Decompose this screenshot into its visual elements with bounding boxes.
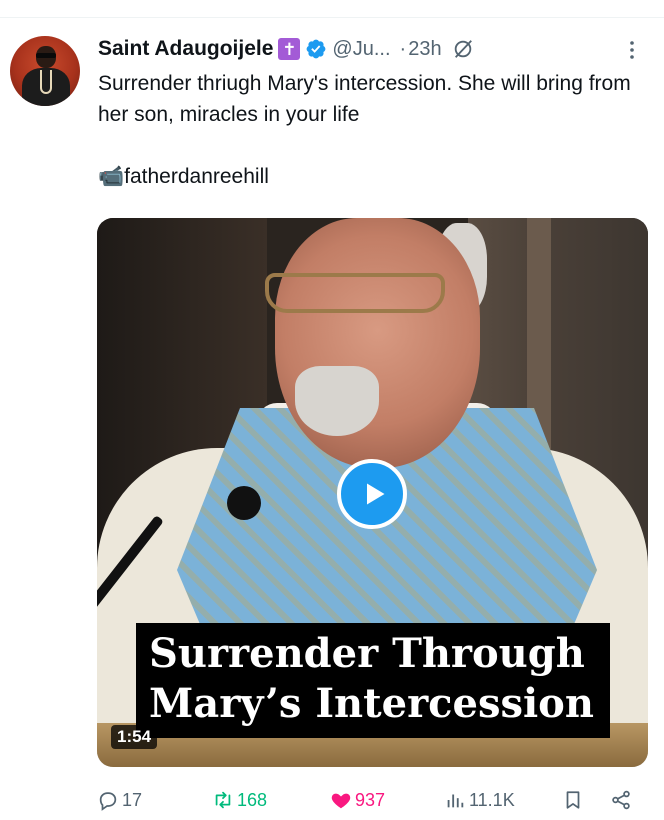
repost-button[interactable]: 168 xyxy=(212,783,267,817)
cross-badge-icon: ✝ xyxy=(278,38,301,60)
repost-icon xyxy=(215,791,231,809)
author-display-name[interactable]: Saint Adaugoijele xyxy=(98,37,273,61)
play-icon xyxy=(367,483,385,505)
grok-icon[interactable] xyxy=(452,38,474,60)
avatar[interactable] xyxy=(10,36,80,106)
top-divider xyxy=(0,17,664,18)
action-bar: 17 168 937 11.1K xyxy=(97,783,645,817)
like-button[interactable]: 937 xyxy=(330,783,385,817)
avatar-chain xyxy=(40,70,52,94)
video-beard xyxy=(295,366,379,436)
repost-count: 168 xyxy=(237,789,268,810)
author-handle[interactable]: @Ju... xyxy=(332,38,390,61)
video-duration: 1:54 xyxy=(111,725,158,749)
reply-count: 17 xyxy=(122,789,143,810)
video-glasses xyxy=(265,273,445,313)
play-button[interactable] xyxy=(337,459,407,529)
reply-button[interactable]: 17 xyxy=(97,783,142,817)
more-icon[interactable] xyxy=(620,38,644,62)
post-time[interactable]: 23h xyxy=(408,38,441,61)
avatar-glasses xyxy=(36,53,56,58)
video-mic-head xyxy=(227,486,261,520)
bookmark-icon xyxy=(566,791,580,809)
video-player[interactable]: Surrender Through Mary’s Intercession 1:… xyxy=(97,218,648,767)
views-button[interactable]: 11.1K xyxy=(444,783,515,817)
like-count: 937 xyxy=(355,789,386,810)
video-face xyxy=(275,218,480,468)
share-button[interactable] xyxy=(610,783,632,817)
bookmark-button[interactable] xyxy=(562,783,584,817)
reply-icon xyxy=(99,792,117,811)
heart-icon xyxy=(331,793,351,809)
separator-dot: · xyxy=(399,37,407,60)
verified-icon xyxy=(307,39,326,59)
views-icon xyxy=(447,794,464,808)
tweet-text: Surrender thriugh Mary's intercession. S… xyxy=(98,72,631,188)
tweet-header: Saint Adaugoijele ✝ @Ju... · 23h xyxy=(98,34,474,64)
share-icon xyxy=(612,790,630,810)
video-caption-line-1: Surrender Through xyxy=(149,630,585,677)
video-caption-line-2: Mary’s Intercession xyxy=(149,680,594,727)
views-count: 11.1K xyxy=(469,789,515,810)
